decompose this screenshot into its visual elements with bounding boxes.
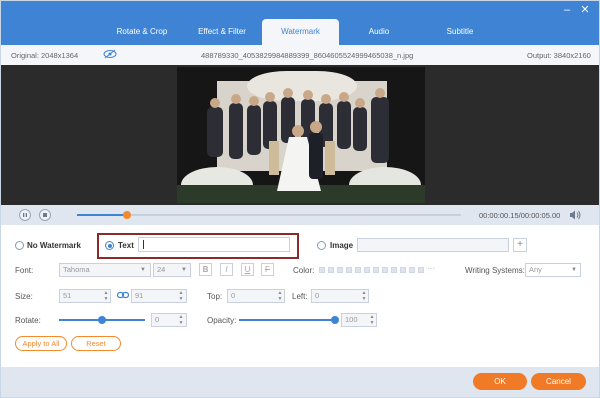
tab-effect-filter[interactable]: Effect & Filter (183, 19, 261, 45)
preview-image (177, 67, 425, 203)
more-colors-button[interactable]: ··· (427, 264, 435, 273)
file-name: 488789330_4053829984889399_8604605524999… (201, 51, 414, 60)
tab-subtitle[interactable]: Subtitle (421, 19, 499, 45)
tab-rotate-crop[interactable]: Rotate & Crop (101, 19, 183, 45)
top-stepper[interactable]: ▲ ▼ (276, 290, 284, 302)
writing-systems-label: Writing Systems: (465, 266, 525, 275)
color-swatch[interactable] (391, 267, 397, 273)
color-swatch[interactable] (382, 267, 388, 273)
info-row: Original: 2048x1364 488789330_4053829984… (1, 45, 599, 65)
rotate-label: Rotate: (15, 316, 41, 325)
link-icon[interactable] (116, 291, 130, 301)
width-stepper[interactable]: ▲ ▼ (102, 290, 110, 302)
size-label: Size: (15, 292, 33, 301)
color-swatch[interactable] (373, 267, 379, 273)
color-swatch[interactable] (346, 267, 352, 273)
text-radio[interactable] (105, 241, 114, 250)
text-cursor (143, 240, 144, 249)
left-label: Left: (292, 292, 308, 301)
eye-hidden-icon[interactable] (103, 49, 117, 61)
color-swatch[interactable] (409, 267, 415, 273)
tab-watermark[interactable]: Watermark (262, 19, 339, 45)
progress-handle[interactable] (122, 211, 131, 219)
left-stepper[interactable]: ▲ ▼ (360, 290, 368, 302)
opacity-slider-handle[interactable] (331, 316, 339, 324)
italic-button[interactable]: I (220, 263, 233, 276)
height-stepper[interactable]: ▲ ▼ (177, 290, 185, 302)
image-path-input[interactable] (357, 238, 509, 252)
text-label: Text (118, 241, 134, 250)
progress-track[interactable] (77, 211, 461, 219)
add-image-button[interactable]: + (513, 238, 527, 252)
font-label: Font: (15, 266, 34, 275)
color-swatch[interactable] (355, 267, 361, 273)
color-label: Color: (293, 266, 315, 275)
close-icon[interactable]: ✕ (579, 4, 591, 16)
stop-button[interactable] (39, 209, 51, 221)
original-resolution: Original: 2048x1364 (11, 51, 79, 60)
rotate-slider-handle[interactable] (98, 316, 106, 324)
image-label: Image (330, 241, 354, 250)
tab-audio[interactable]: Audio (341, 19, 417, 45)
playback-time: 00:00:00.15/00:00:05.00 (479, 211, 561, 220)
opacity-label: Opacity: (207, 316, 237, 325)
reset-button[interactable]: Reset (71, 336, 121, 351)
player-bar: 00:00:00.15/00:00:05.00 (1, 205, 599, 225)
color-swatch[interactable] (328, 267, 334, 273)
output-resolution: Output: 3840x2160 (527, 51, 591, 60)
chevron-down-icon: ▼ (181, 267, 187, 273)
chevron-down-icon: ▼ (571, 267, 577, 273)
cancel-button[interactable]: Cancel (531, 373, 586, 390)
color-swatch[interactable] (400, 267, 406, 273)
tab-bar: Rotate & Crop Effect & Filter Watermark … (1, 1, 599, 45)
bold-button[interactable]: B (199, 263, 212, 276)
minimize-icon[interactable]: – (561, 4, 573, 16)
apply-to-all-button[interactable]: Apply to All (15, 336, 67, 351)
watermark-editor-window: Rotate & Crop Effect & Filter Watermark … (0, 0, 600, 398)
image-radio[interactable] (317, 241, 326, 250)
rotate-stepper[interactable]: ▲ ▼ (177, 314, 185, 326)
top-label: Top: (207, 292, 223, 301)
color-swatch[interactable] (364, 267, 370, 273)
text-input[interactable] (138, 237, 290, 252)
strikethrough-button[interactable]: F (261, 263, 274, 276)
progress-fill (77, 214, 127, 216)
underline-button[interactable]: U (241, 263, 254, 276)
ok-button[interactable]: OK (473, 373, 527, 390)
no-watermark-label: No Watermark (27, 241, 81, 250)
color-swatch[interactable] (418, 267, 424, 273)
color-swatch[interactable] (319, 267, 325, 273)
color-swatch[interactable] (337, 267, 343, 273)
no-watermark-radio[interactable] (15, 241, 24, 250)
pause-button[interactable] (19, 209, 31, 221)
chevron-down-icon: ▼ (140, 267, 146, 273)
opacity-slider[interactable] (239, 319, 337, 321)
volume-icon[interactable] (569, 210, 581, 222)
opacity-stepper[interactable]: ▲ ▼ (368, 314, 376, 326)
font-family-select[interactable]: Tahoma (59, 263, 151, 277)
